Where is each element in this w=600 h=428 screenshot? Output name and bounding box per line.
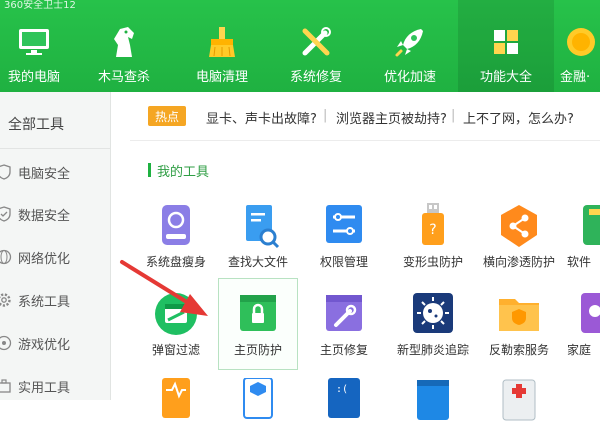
section-my-tools: 我的工具 [148,161,210,180]
permission-sliders-icon [320,203,368,249]
disk-slim-icon [152,203,200,249]
monitor-icon [15,24,53,60]
sidebar-item-label: 系统工具 [18,294,71,310]
terminal-icon: :( [320,378,368,424]
svg-text::(: :( [336,384,348,395]
hot-link-sound-card[interactable]: 显卡、声卡出故障? [206,108,317,127]
tool-label: 横向渗透防护 [482,255,555,269]
sidebar-item-label: 电脑安全 [18,166,71,182]
nav-label: 电脑清理 [195,70,248,85]
tool-family[interactable]: 家庭 [567,291,600,358]
hot-link-homepage-hijack[interactable]: 浏览器主页被劫持? [336,108,447,127]
nav-finance[interactable]: 金融· [560,0,600,92]
tool-row3-item[interactable]: :( [304,378,384,424]
tool-label: 软件 [567,255,592,269]
sidebar-header[interactable]: 全部工具 [8,114,64,134]
nav-label: 木马查杀 [97,70,150,85]
section-accent-bar [148,163,151,177]
hot-link-no-internet[interactable]: 上不了网，怎么办? [463,108,574,127]
nav-optimize[interactable]: 优化加速 [374,0,446,92]
annotation-arrow-icon [120,260,208,316]
nav-label: 优化加速 [383,70,436,85]
sidebar: 全部工具 电脑安全 数据安全 网络优化 系统工具 游戏优化 实用工具 [0,92,111,400]
sidebar-item-data-security[interactable]: 数据安全 [0,200,110,228]
divider [0,148,110,149]
tool-label: 弹窗过滤 [151,343,200,357]
tool-permission-management[interactable]: 权限管理 [304,203,384,270]
app-icon [409,378,457,424]
usb-guard-icon: ? [409,203,457,249]
tool-homepage-protection[interactable]: 主页防护 [218,278,298,370]
homepage-lock-icon [234,291,282,337]
tool-label: 主页修复 [319,343,368,357]
sidebar-item-utilities[interactable]: 实用工具 [0,372,110,400]
wrench-screwdriver-icon [297,24,335,60]
tool-row3-item[interactable] [479,378,559,424]
tool-software[interactable]: 软件 [567,203,600,270]
section-title: 我的工具 [157,164,210,180]
tool-label: 反勒索服务 [488,343,549,357]
toolbox-icon [0,378,12,394]
globe-icon [0,249,12,265]
nav-trojan-scan[interactable]: 木马查杀 [90,0,158,92]
tool-label: 权限管理 [319,255,368,269]
tool-homepage-repair[interactable]: 主页修复 [304,291,384,358]
sidebar-item-label: 实用工具 [18,380,71,396]
virus-icon [409,291,457,337]
software-icon [567,203,600,249]
nav-all-features[interactable]: 功能大全 [458,0,554,92]
gear-icon [0,292,12,308]
tool-find-large-files[interactable]: 查找大文件 [218,203,298,270]
broom-icon [203,24,241,60]
family-icon [567,291,600,337]
sidebar-item-label: 游戏优化 [18,337,71,353]
tool-row3-item[interactable] [218,377,298,424]
tool-label: 家庭 [567,343,592,357]
tool-amoeba-protection[interactable]: ? 变形虫防护 [393,203,473,270]
homepage-repair-icon [320,291,368,337]
sidebar-item-label: 网络优化 [18,251,71,267]
divider [130,140,600,141]
tool-row3-item[interactable] [136,378,216,424]
nav-label: 系统修复 [289,70,342,85]
hot-badge: 热点 [148,106,186,126]
shield-check-icon [0,164,12,180]
tool-label: 新型肺炎追踪 [396,343,469,357]
tool-label: 主页防护 [233,343,282,357]
nav-label: 我的电脑 [7,70,60,85]
sidebar-item-network[interactable]: 网络优化 [0,243,110,271]
nav-label: 金融· [560,70,591,85]
tool-anti-ransom-service[interactable]: 反勒索服务 [479,291,559,358]
sidebar-item-pc-security[interactable]: 电脑安全 [0,158,110,186]
pulse-icon [152,378,200,424]
gamepad-icon [0,335,12,351]
tool-row3-item[interactable] [393,378,473,424]
nav-cleanup[interactable]: 电脑清理 [186,0,258,92]
separator: | [451,108,456,123]
horse-icon [105,24,143,60]
sidebar-item-game[interactable]: 游戏优化 [0,329,110,357]
share-shield-icon [495,203,543,249]
coin-icon [560,24,598,60]
grid-icon [487,24,525,60]
tool-lateral-penetration-protection[interactable]: 横向渗透防护 [479,203,559,270]
separator: | [323,108,328,123]
tool-label: 查找大文件 [227,255,288,269]
svg-text:?: ? [429,222,436,238]
tool-label: 变形虫防护 [402,255,463,269]
sidebar-item-system-tools[interactable]: 系统工具 [0,286,110,314]
ransom-folder-icon [495,291,543,337]
file-search-icon [234,203,282,249]
shield-icon [0,206,12,222]
hexagon-icon [234,377,282,424]
medical-kit-icon [495,378,543,424]
rocket-icon [391,24,429,60]
nav-my-computer[interactable]: 我的电脑 [0,0,68,92]
tool-pneumonia-tracking[interactable]: 新型肺炎追踪 [393,291,473,358]
sidebar-item-label: 数据安全 [18,208,71,224]
top-bar: 360安全卫士12 我的电脑 木马查杀 电脑清理 系统修复 优化加速 功能大全 … [0,0,600,92]
nav-system-repair[interactable]: 系统修复 [280,0,352,92]
nav-label: 功能大全 [479,70,532,85]
